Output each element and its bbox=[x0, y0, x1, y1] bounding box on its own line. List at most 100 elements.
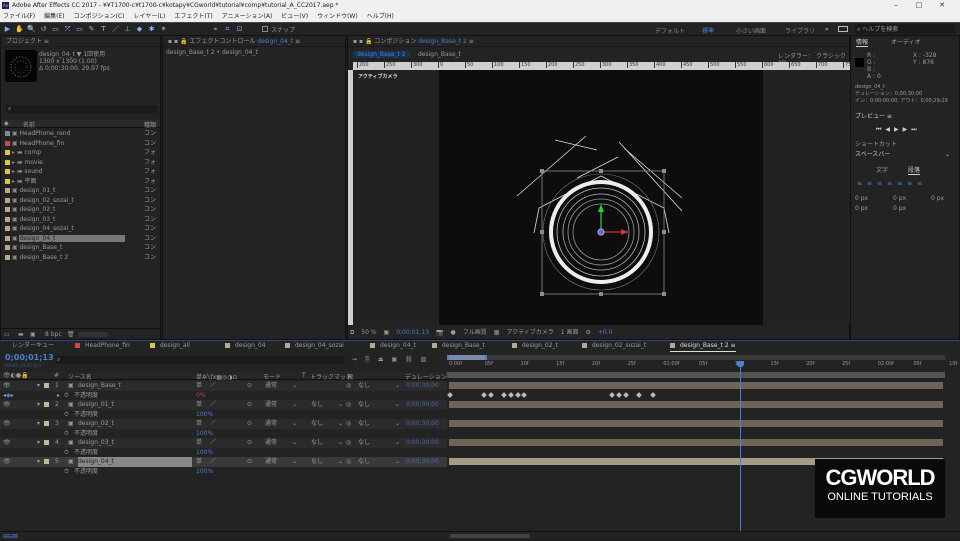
expand-triangle-icon[interactable]: ▾ bbox=[37, 457, 40, 467]
3d-layer-icon[interactable]: ⊙ bbox=[247, 400, 252, 410]
3d-layer-icon[interactable]: ⊙ bbox=[247, 419, 252, 429]
tool-icon[interactable]: ▶ bbox=[3, 25, 12, 34]
timeline-timecode[interactable]: 0;00;01;13 bbox=[5, 353, 54, 362]
flowchart-icon[interactable]: ⚙ bbox=[586, 326, 591, 339]
space-before-value[interactable]: 0 px bbox=[855, 205, 868, 212]
snap-checkbox[interactable] bbox=[262, 26, 268, 32]
timeline-tab[interactable]: HeadPhone_fin bbox=[75, 341, 130, 351]
project-item[interactable]: ▣ design_01_t コン bbox=[1, 186, 160, 196]
keyframe[interactable] bbox=[480, 391, 487, 398]
keyframe[interactable] bbox=[447, 391, 453, 398]
parent-dropdown[interactable]: なし ⌄ bbox=[358, 400, 400, 410]
new-composition-icon[interactable]: ▣ bbox=[30, 331, 36, 338]
track-matte-dropdown[interactable]: なし ⌄ bbox=[311, 419, 343, 429]
shy-switch-icon[interactable]: 单 bbox=[196, 419, 202, 429]
workspace-more-button[interactable]: » bbox=[825, 26, 829, 33]
pickwhip-icon[interactable]: ◎ bbox=[346, 457, 351, 467]
menu-item[interactable]: コンポジション(C) bbox=[74, 11, 125, 22]
layer-name[interactable]: design_03_t bbox=[78, 438, 114, 448]
time-navigator[interactable] bbox=[447, 355, 945, 360]
parent-dropdown[interactable]: なし ⌄ bbox=[358, 457, 400, 467]
help-search-input[interactable]: ⌕ ヘルプを検索 bbox=[855, 24, 955, 34]
timeline-tab[interactable]: design_Base_t 2 ≡ bbox=[670, 341, 736, 352]
layer-row[interactable]: 👁 ▾ 5 ▣ design_04_t 单／ ⊙ 通常 ⌄ なし ⌄ ◎ なし ⌄ 0;00;30;0… bbox=[0, 457, 447, 467]
expand-triangle-icon[interactable]: ▾ bbox=[37, 400, 40, 410]
layer-label-color[interactable] bbox=[44, 459, 49, 464]
shy-switch-icon[interactable]: 单 bbox=[196, 400, 202, 410]
menu-item[interactable]: ヘルプ(H) bbox=[367, 11, 394, 22]
transparency-grid-icon[interactable]: ▦ bbox=[494, 326, 500, 339]
paragraph-tab[interactable]: 段落 bbox=[908, 167, 921, 175]
label-column-icon[interactable]: ◆ bbox=[4, 120, 9, 127]
layout-dropdown[interactable]: 1 画面 bbox=[561, 326, 579, 339]
expand-triangle-icon[interactable]: ▾ bbox=[37, 438, 40, 448]
info-tab[interactable]: 情報 bbox=[856, 39, 869, 47]
quality-switch-icon[interactable]: ／ bbox=[210, 438, 216, 448]
minimize-button[interactable]: – bbox=[885, 0, 907, 11]
layer-label-color[interactable] bbox=[44, 383, 49, 388]
visibility-eye-icon[interactable]: 👁 bbox=[3, 400, 11, 410]
layer-row[interactable]: 👁 ▾ 1 ▣ design_Base_t 单 ／ ⊙ 通常 ⌄ ◎ なし ⌄ 0;00;30;00 bbox=[0, 381, 447, 391]
keyframe[interactable] bbox=[514, 391, 521, 398]
indent-left-value[interactable]: 0 px bbox=[855, 195, 868, 202]
stopwatch-icon[interactable]: ⏱ bbox=[64, 448, 69, 458]
zoom-slider[interactable] bbox=[450, 534, 530, 538]
tool-icon[interactable]: ✱ bbox=[147, 25, 156, 34]
parent-dropdown[interactable]: なし ⌄ bbox=[358, 438, 400, 448]
property-value[interactable]: 100% bbox=[196, 448, 213, 458]
timeline-tab[interactable]: レンダーキュー bbox=[12, 341, 54, 351]
region-icon[interactable]: ▣ bbox=[384, 326, 390, 339]
close-button[interactable]: ✕ bbox=[931, 0, 953, 11]
tool-icon[interactable]: T bbox=[99, 25, 108, 34]
keyframe[interactable] bbox=[649, 391, 656, 398]
expand-triangle-icon[interactable]: ▾ bbox=[37, 419, 40, 429]
snapshot-icon[interactable]: 📷 bbox=[436, 326, 443, 339]
tool-icon[interactable]: ↺ bbox=[39, 25, 48, 34]
audio-tab[interactable]: オーディオ bbox=[891, 39, 921, 46]
project-item[interactable]: ▣ design_Base_t コン bbox=[1, 243, 160, 253]
keyframe[interactable] bbox=[622, 391, 629, 398]
playhead[interactable] bbox=[737, 361, 745, 531]
project-item[interactable]: ▣ design_04_t コン bbox=[1, 234, 160, 244]
property-value[interactable]: 0% bbox=[196, 391, 206, 401]
trash-icon[interactable]: 🗑 bbox=[67, 331, 75, 338]
timeline-tab[interactable]: design_02_t bbox=[512, 341, 558, 351]
tool-icon[interactable]: 🔍 bbox=[27, 25, 36, 34]
visibility-eye-icon[interactable]: 👁 bbox=[3, 438, 11, 448]
layer-name[interactable]: design_01_t bbox=[78, 400, 114, 410]
menu-item[interactable]: エフェクト(T) bbox=[174, 11, 212, 22]
character-tab[interactable]: 文字 bbox=[876, 167, 888, 174]
tool-icon[interactable]: ⌗ bbox=[223, 25, 232, 34]
layer-row[interactable]: 👁 ▾ 2 ▣ design_01_t 单／ ⊙ 通常 ⌄ なし ⌄ ◎ なし ⌄ 0;00;30;0… bbox=[0, 400, 447, 410]
prev-frame-icon[interactable]: ◀ bbox=[885, 126, 894, 133]
name-column-header[interactable]: 名前 bbox=[23, 120, 35, 129]
view-dropdown[interactable]: アクティブカメラ bbox=[506, 326, 553, 339]
type-column-header[interactable]: 種類 bbox=[144, 120, 156, 129]
visibility-eye-icon[interactable]: 👁 bbox=[3, 419, 11, 429]
tool-icon[interactable]: ／ bbox=[111, 25, 120, 34]
mode-dropdown[interactable]: 通常 ⌄ bbox=[265, 457, 297, 467]
layer-name[interactable]: design_04_t bbox=[78, 457, 192, 467]
quality-switch-icon[interactable]: ／ bbox=[210, 457, 216, 467]
layer-duration[interactable]: 0;00;30;00 bbox=[406, 438, 439, 448]
mode-dropdown[interactable]: 通常 ⌄ bbox=[265, 381, 297, 391]
shy-switch-icon[interactable]: 单 bbox=[196, 457, 202, 467]
visibility-eye-icon[interactable]: 👁 bbox=[3, 381, 11, 391]
parent-dropdown[interactable]: なし ⌄ bbox=[358, 419, 400, 429]
shy-switch-icon[interactable]: 单 bbox=[196, 381, 202, 391]
comp-tab-design-base-t[interactable]: design_Base_t bbox=[418, 51, 461, 58]
stopwatch-icon[interactable]: ⏱ bbox=[64, 410, 69, 420]
source-name-header[interactable]: ソース名 bbox=[68, 372, 92, 381]
tool-icon[interactable]: ⤧ bbox=[63, 25, 72, 34]
keyframe[interactable] bbox=[636, 391, 642, 398]
layer-label-color[interactable] bbox=[44, 421, 49, 426]
bit-depth-label[interactable]: 8 bpc bbox=[45, 331, 62, 338]
timeline-tab[interactable]: design_all bbox=[150, 341, 190, 351]
stopwatch-icon[interactable]: ⏱ bbox=[64, 467, 69, 477]
work-area-bar[interactable] bbox=[447, 372, 945, 378]
tool-icon[interactable]: ⊡ bbox=[235, 25, 244, 34]
zoom-dropdown[interactable]: 50 % bbox=[361, 326, 376, 339]
project-search-input[interactable]: ⌕ bbox=[6, 105, 157, 113]
indent-first-value[interactable]: 0 px bbox=[893, 195, 906, 202]
3d-layer-icon[interactable]: ⊙ bbox=[247, 438, 252, 448]
